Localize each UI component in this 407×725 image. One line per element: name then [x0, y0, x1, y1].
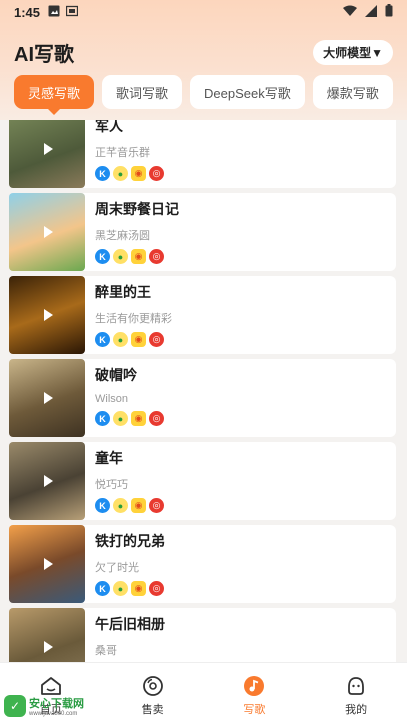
signal-icon — [365, 4, 377, 20]
netease-music-icon[interactable]: ◎ — [149, 166, 164, 181]
song-artist: Wilson — [95, 393, 129, 405]
kuwo-icon[interactable]: ◉ — [131, 498, 146, 513]
model-select-button[interactable]: 大师模型▼ — [313, 39, 393, 65]
nav-write[interactable]: 写歌 — [204, 663, 306, 725]
song-card[interactable]: 午后旧相册 桑哥 — [9, 608, 396, 662]
song-title: 午后旧相册 — [95, 616, 165, 632]
nav-mine[interactable]: 我的 — [305, 663, 407, 725]
platform-icons: K ● ◉ ◎ — [95, 249, 396, 264]
kugou-icon[interactable]: K — [95, 166, 110, 181]
play-icon — [44, 226, 53, 238]
song-artist: 欠了时光 — [95, 562, 139, 574]
tab-hit[interactable]: 爆款写歌 — [312, 75, 393, 109]
nav-mine-label: 我的 — [345, 704, 368, 716]
play-icon — [44, 143, 53, 155]
platform-icons: K ● ◉ ◎ — [95, 581, 396, 596]
song-card[interactable]: 铁打的兄弟 欠了时光 K ● ◉ ◎ — [9, 525, 396, 603]
kugou-icon[interactable]: K — [95, 581, 110, 596]
netease-music-icon[interactable]: ◎ — [149, 332, 164, 347]
play-icon — [44, 475, 53, 487]
song-cover[interactable] — [9, 120, 85, 188]
kugou-icon[interactable]: K — [95, 249, 110, 264]
battery-icon — [385, 4, 393, 20]
kuwo-icon[interactable]: ◉ — [131, 581, 146, 596]
kuwo-icon[interactable]: ◉ — [131, 332, 146, 347]
song-card[interactable]: 军人 正芊音乐群 K ● ◉ ◎ — [9, 120, 396, 188]
song-cover[interactable] — [9, 525, 85, 603]
tab-lyrics[interactable]: 歌词写歌 — [102, 75, 183, 109]
play-icon — [44, 392, 53, 404]
category-tabs: 灵感写歌 歌词写歌 DeepSeek写歌 爆款写歌 — [14, 75, 393, 115]
kuwo-icon[interactable]: ◉ — [131, 411, 146, 426]
song-artist: 生活有你更精彩 — [95, 313, 172, 325]
song-artist: 桑哥 — [95, 645, 117, 657]
kuwo-icon[interactable]: ◉ — [131, 166, 146, 181]
disc-icon — [142, 675, 164, 697]
qq-music-icon[interactable]: ● — [113, 411, 128, 426]
platform-icons: K ● ◉ ◎ — [95, 332, 396, 347]
kugou-icon[interactable]: K — [95, 332, 110, 347]
platform-icons: K ● ◉ ◎ — [95, 411, 396, 426]
kugou-icon[interactable]: K — [95, 498, 110, 513]
play-icon — [44, 641, 53, 653]
qq-music-icon[interactable]: ● — [113, 166, 128, 181]
song-card[interactable]: 周末野餐日记 黑芝麻汤圆 K ● ◉ ◎ — [9, 193, 396, 271]
nav-sell[interactable]: 售卖 — [102, 663, 204, 725]
music-note-icon — [243, 675, 265, 697]
status-bar: 1:45 — [0, 0, 407, 24]
netease-music-icon[interactable]: ◎ — [149, 411, 164, 426]
song-title: 军人 — [95, 120, 123, 134]
song-title: 铁打的兄弟 — [95, 533, 165, 549]
qq-music-icon[interactable]: ● — [113, 332, 128, 347]
netease-music-icon[interactable]: ◎ — [149, 498, 164, 513]
watermark-sub-text: www.java800.com — [29, 711, 78, 717]
song-card[interactable]: 童年 悦巧巧 K ● ◉ ◎ — [9, 442, 396, 520]
song-cover[interactable] — [9, 193, 85, 271]
song-cover[interactable] — [9, 442, 85, 520]
tab-inspiration[interactable]: 灵感写歌 — [14, 75, 95, 115]
kugou-icon[interactable]: K — [95, 411, 110, 426]
qq-music-icon[interactable]: ● — [113, 498, 128, 513]
song-list: 军人 正芊音乐群 K ● ◉ ◎ 周末野餐日记 黑芝麻汤圆 K ● ◉ ◎ 醉里… — [0, 120, 407, 662]
page-title: AI写歌 — [14, 43, 74, 66]
song-title: 童年 — [95, 450, 123, 466]
wifi-icon — [343, 5, 357, 20]
status-time: 1:45 — [14, 4, 41, 20]
play-icon — [44, 309, 53, 321]
song-artist: 黑芝麻汤圆 — [95, 230, 150, 242]
qq-music-icon[interactable]: ● — [113, 581, 128, 596]
song-title: 破帽吟 — [95, 367, 137, 383]
netease-music-icon[interactable]: ◎ — [149, 581, 164, 596]
song-cover[interactable] — [9, 359, 85, 437]
netease-music-icon[interactable]: ◎ — [149, 249, 164, 264]
nav-sell-label: 售卖 — [141, 704, 164, 716]
song-title: 醉里的王 — [95, 284, 151, 300]
song-title: 周末野餐日记 — [95, 201, 179, 217]
nav-write-label: 写歌 — [243, 704, 266, 716]
song-card[interactable]: 醉里的王 生活有你更精彩 K ● ◉ ◎ — [9, 276, 396, 354]
watermark-logo-icon: ✓ — [4, 695, 26, 717]
screen-icon — [65, 5, 79, 20]
song-card[interactable]: 破帽吟 Wilson K ● ◉ ◎ — [9, 359, 396, 437]
kuwo-icon[interactable]: ◉ — [131, 249, 146, 264]
watermark: ✓ 安心下载网 www.java800.com — [4, 695, 84, 717]
watermark-main-text: 安心下载网 — [29, 698, 84, 710]
photo-icon — [48, 5, 60, 20]
song-cover[interactable] — [9, 608, 85, 662]
qq-music-icon[interactable]: ● — [113, 249, 128, 264]
song-artist: 正芊音乐群 — [95, 147, 150, 159]
play-icon — [44, 558, 53, 570]
app-header: AI写歌 大师模型▼ — [0, 34, 407, 70]
platform-icons: K ● ◉ ◎ — [95, 498, 396, 513]
platform-icons: K ● ◉ ◎ — [95, 166, 396, 181]
profile-icon — [345, 675, 367, 697]
tab-deepseek[interactable]: DeepSeek写歌 — [190, 75, 305, 109]
home-icon — [40, 675, 62, 697]
song-artist: 悦巧巧 — [95, 479, 128, 491]
song-cover[interactable] — [9, 276, 85, 354]
